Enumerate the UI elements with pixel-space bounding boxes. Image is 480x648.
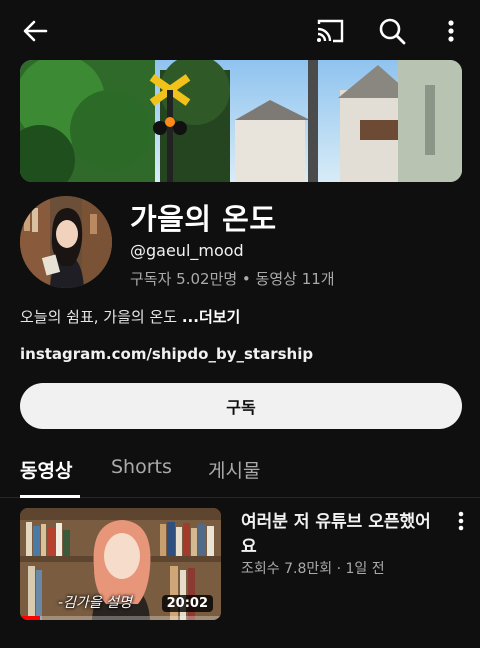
video-thumbnail[interactable]: -김가을 설명 20:02: [20, 508, 221, 620]
more-vertical-icon[interactable]: [454, 510, 468, 532]
channel-handle: @gaeul_mood: [130, 241, 244, 260]
tab-posts[interactable]: 게시물: [208, 456, 260, 483]
video-meta: 조회수 7.8만회 · 1일 전: [241, 561, 385, 577]
active-tab-indicator: [20, 495, 80, 498]
channel-tabs: 동영상 Shorts 게시물: [0, 446, 480, 498]
subscribe-button[interactable]: 구독: [20, 383, 462, 429]
channel-name: 가을의 온도: [130, 202, 277, 236]
video-duration: 20:02: [161, 595, 213, 612]
search-icon[interactable]: [377, 16, 407, 46]
channel-stats: 구독자 5.02만명 • 동영상 11개: [130, 270, 335, 288]
tab-shorts[interactable]: Shorts: [111, 456, 172, 478]
arrow-left-icon[interactable]: [20, 16, 50, 46]
cast-icon[interactable]: [314, 16, 346, 46]
top-app-bar: [0, 0, 480, 60]
more-vertical-icon[interactable]: [440, 16, 462, 46]
watch-progress: [20, 616, 221, 620]
more-link[interactable]: ...더보기: [182, 308, 241, 326]
thumbnail-caption: -김가을 설명: [58, 595, 132, 611]
watch-progress-fill: [20, 616, 41, 620]
channel-description[interactable]: 오늘의 쉼표, 가을의 온도 ...더보기: [20, 306, 240, 327]
channel-link[interactable]: instagram.com/shipdo_by_starship: [20, 345, 313, 363]
description-text: 오늘의 쉼표, 가을의 온도: [20, 308, 182, 326]
channel-avatar[interactable]: [20, 196, 112, 288]
video-title[interactable]: 여러분 저 유튜브 오픈했어요: [241, 510, 441, 560]
channel-banner: [20, 60, 462, 182]
tab-videos[interactable]: 동영상: [20, 456, 72, 483]
